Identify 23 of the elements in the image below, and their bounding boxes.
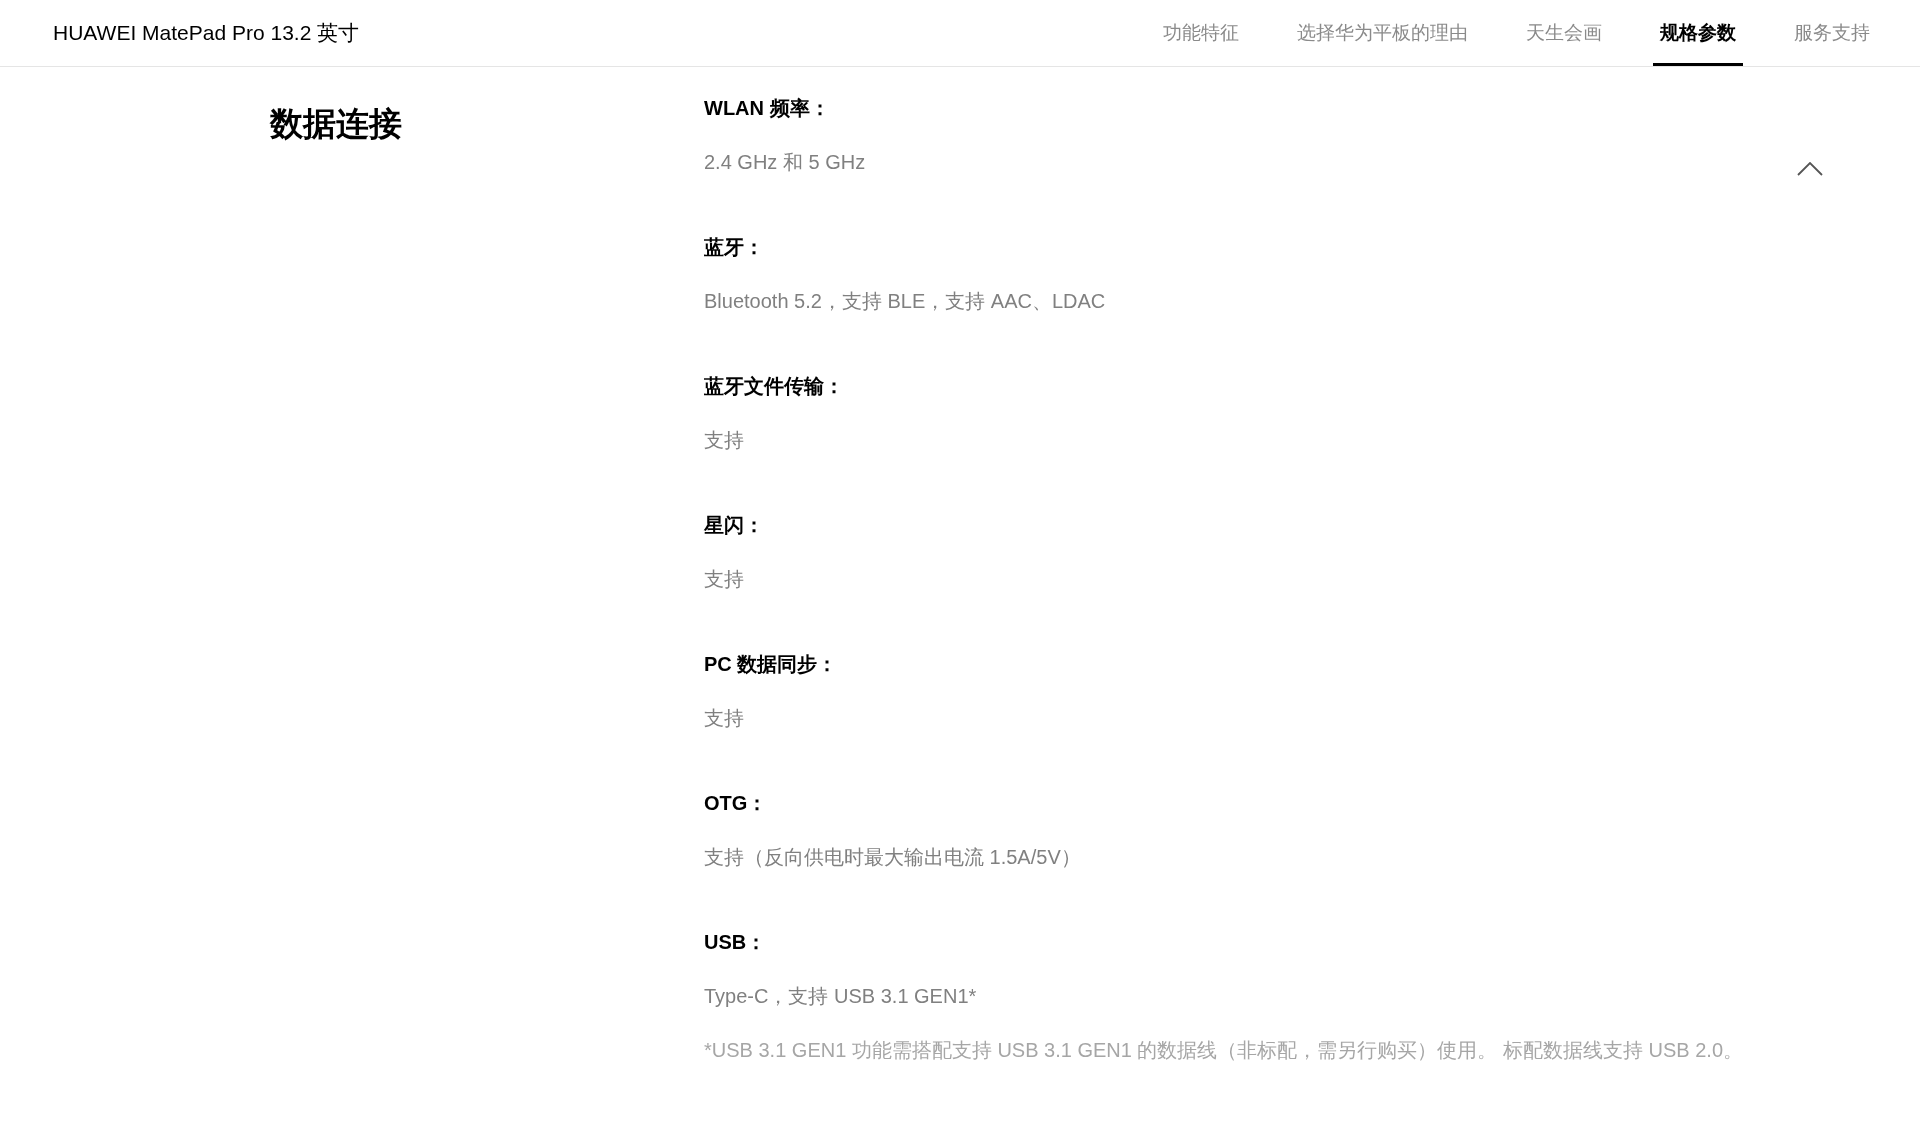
spec-value: Bluetooth 5.2，支持 BLE，支持 AAC、LDAC	[704, 289, 1107, 314]
spec-value: 支持	[704, 428, 745, 453]
section-title: 数据连接	[270, 104, 403, 144]
spec-value: 支持	[704, 706, 745, 731]
nav-tab[interactable]: 服务支持	[1787, 0, 1877, 66]
spec-value: 支持	[704, 567, 745, 592]
spec-label: USB：	[704, 930, 768, 955]
spec-value: 支持（反向供电时最大输出电流 1.5A/5V）	[704, 845, 1082, 870]
spec-value: Type-C，支持 USB 3.1 GEN1*	[704, 984, 978, 1009]
spec-value: 2.4 GHz 和 5 GHz	[704, 150, 867, 175]
nav-tab[interactable]: 选择华为平板的理由	[1290, 0, 1475, 66]
spec-label: 星闪：	[704, 513, 765, 538]
chevron-up-icon	[1797, 162, 1823, 176]
nav-tab[interactable]: 天生会画	[1519, 0, 1609, 66]
product-title: HUAWEI MatePad Pro 13.2 英寸	[53, 20, 360, 47]
nav-tab[interactable]: 功能特征	[1156, 0, 1246, 66]
nav-tab[interactable]: 规格参数	[1653, 0, 1743, 66]
spec-label: WLAN 频率：	[704, 96, 831, 121]
spec-label: PC 数据同步：	[704, 652, 839, 677]
spec-label: 蓝牙文件传输：	[704, 374, 845, 399]
spec-label: OTG：	[704, 791, 769, 816]
spec-label: 蓝牙：	[704, 235, 765, 260]
footnote: *USB 3.1 GEN1 功能需搭配支持 USB 3.1 GEN1 的数据线（非标配，需另行购买）使用。 标配数据线支持 USB 2.0。	[704, 1038, 1745, 1063]
